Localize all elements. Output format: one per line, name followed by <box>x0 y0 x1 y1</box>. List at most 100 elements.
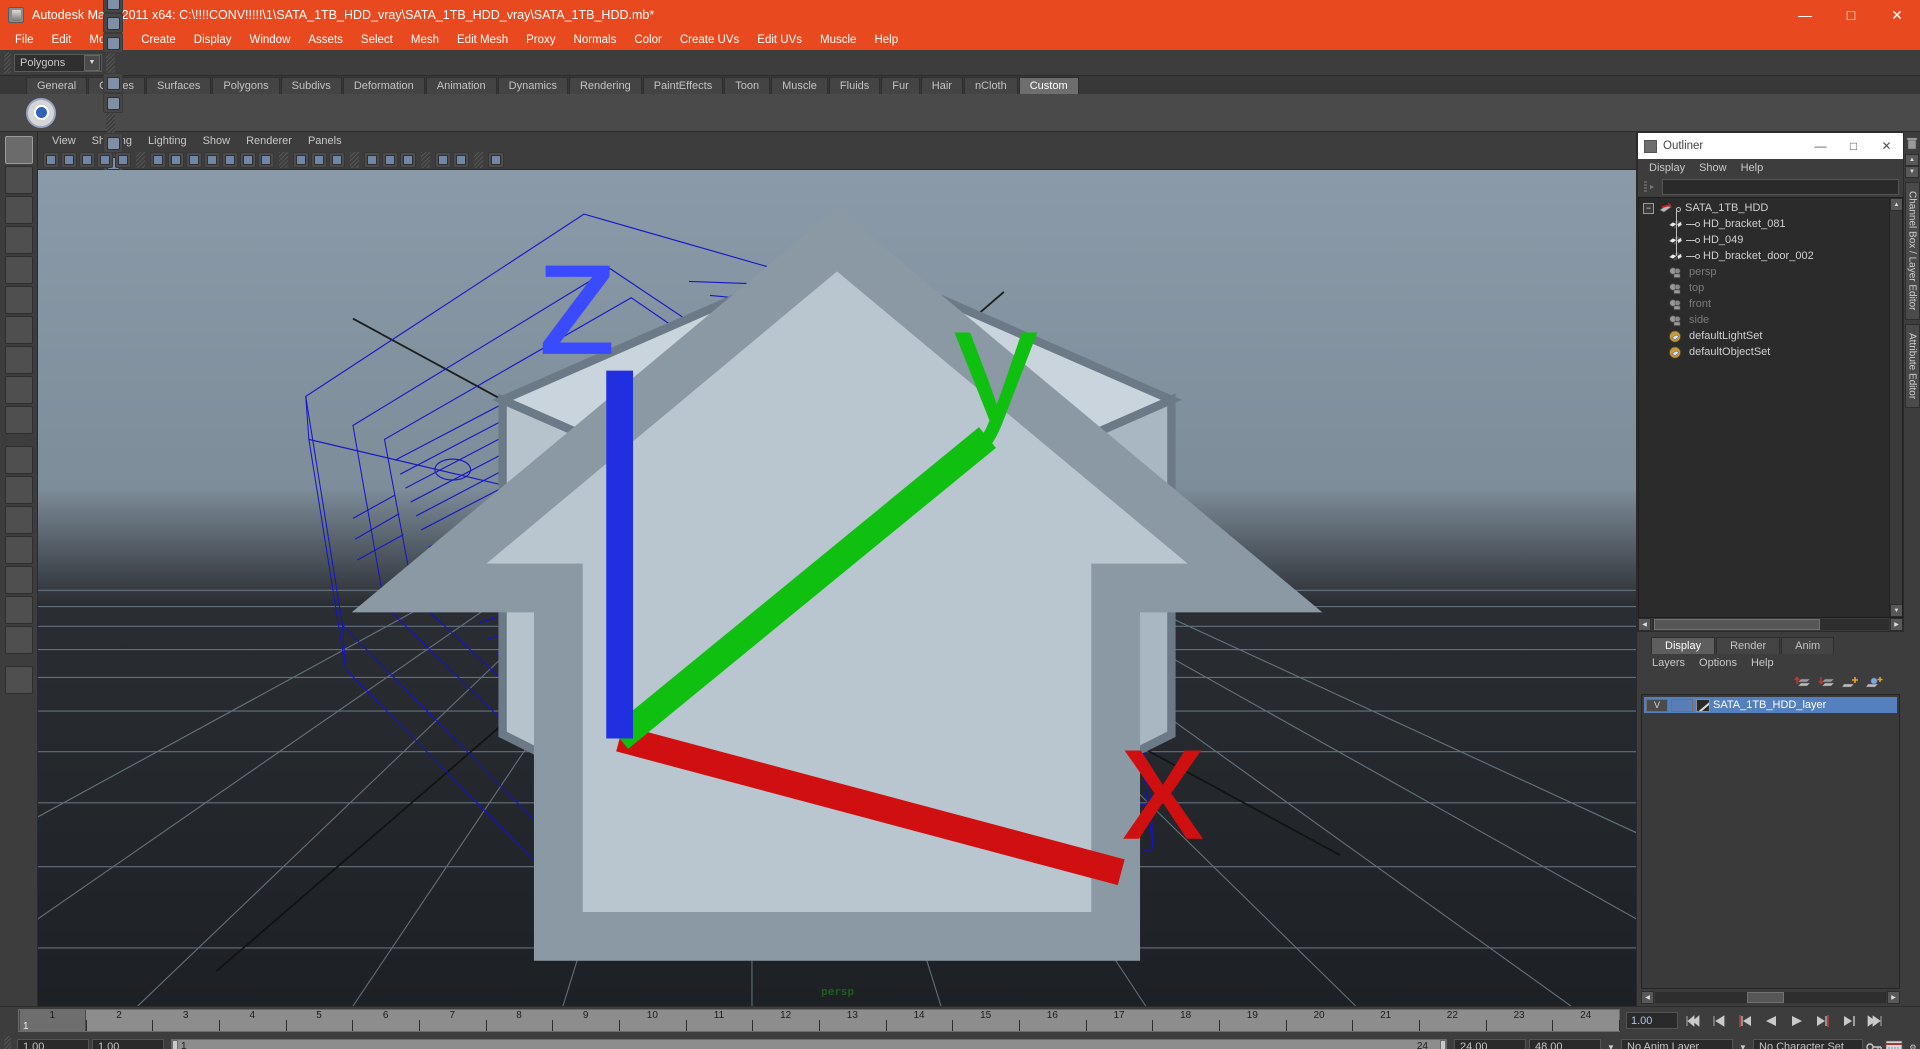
show-manipulator-tool-icon[interactable] <box>4 376 33 404</box>
rotate-tool-icon[interactable] <box>4 256 33 284</box>
scale-tool-icon[interactable] <box>4 286 33 314</box>
hscroll-thumb[interactable] <box>1654 619 1820 630</box>
layer-editor-tab-display[interactable]: Display <box>1651 637 1716 654</box>
outliner-expander[interactable]: − <box>1643 202 1654 214</box>
menu-file[interactable]: File <box>6 32 43 48</box>
animation-preferences-icon[interactable]: ⚙ <box>1906 1039 1920 1049</box>
lighting-icon[interactable] <box>186 151 202 168</box>
outliner-item-defaultobjectset[interactable]: defaultObjectSet <box>1639 344 1902 360</box>
outliner-persp-layout-icon[interactable] <box>4 506 33 534</box>
new-empty-layer-icon[interactable] <box>1842 675 1860 690</box>
anim-layer-field[interactable]: No Anim Layer <box>1621 1038 1733 1049</box>
outliner-item-side[interactable]: side <box>1639 312 1902 328</box>
component-misc-icon[interactable] <box>103 32 123 53</box>
outliner-item-hd-bracket-door-002[interactable]: HD_bracket_door_002 <box>1639 248 1902 264</box>
universal-manipulator-icon[interactable] <box>4 316 33 344</box>
toolbar-gripper[interactable] <box>4 51 11 74</box>
scroll-left-icon[interactable]: ◀ <box>1638 618 1651 631</box>
move-tool-icon[interactable] <box>4 226 33 254</box>
new-layer-from-selected-icon[interactable] <box>1866 675 1884 690</box>
current-frame-field[interactable]: 1.00 <box>1626 1012 1678 1029</box>
step-forward-frame-button[interactable] <box>1812 1012 1834 1030</box>
playback-end-time-field[interactable]: 24.00 <box>1454 1038 1526 1049</box>
outliner-item-top[interactable]: top <box>1639 280 1902 296</box>
outliner-vertical-scrollbar[interactable]: ▲ ▼ <box>1889 198 1902 617</box>
range-slider-bar[interactable]: 1 24 <box>171 1038 1447 1049</box>
anim-end-time-field[interactable]: 48.00 <box>1529 1038 1601 1049</box>
two-stacked-layout-icon[interactable] <box>4 626 33 654</box>
menu-select[interactable]: Select <box>352 32 402 48</box>
outliner-maximize-button[interactable]: □ <box>1837 133 1870 159</box>
component-pivot-icon[interactable] <box>103 12 123 33</box>
outliner-tree[interactable]: − SATA_1TB_HDD HD_bracket_081 HD_049 HD_brac… <box>1638 197 1903 618</box>
scroll-left-icon[interactable]: ◀ <box>1641 991 1654 1004</box>
anim-start-time-field[interactable]: 1.00 <box>17 1038 89 1049</box>
persp-render-layout-icon[interactable] <box>4 596 33 624</box>
perspective-viewport[interactable]: TOP FRONT RIGHT x y z persp <box>38 170 1636 1006</box>
menu-edit[interactable]: Edit <box>43 32 81 48</box>
exposure-icon[interactable] <box>382 151 398 168</box>
menu-color[interactable]: Color <box>625 32 670 48</box>
snapshot-icon[interactable] <box>453 151 469 168</box>
menu-mesh[interactable]: Mesh <box>402 32 448 48</box>
scroll-down-icon[interactable]: ▼ <box>1890 604 1902 617</box>
filter-icon[interactable] <box>1642 180 1658 194</box>
range-end-handle[interactable] <box>1440 1039 1446 1049</box>
shelf-tab-fluids[interactable]: Fluids <box>828 77 881 94</box>
shelf-tab-hair[interactable]: Hair <box>920 77 963 94</box>
shelf-tab-general[interactable]: General <box>26 77 88 94</box>
outliner-item-sata-1tb-hdd[interactable]: − SATA_1TB_HDD <box>1639 200 1902 216</box>
layer-row[interactable]: V SATA_1TB_HDD_layer <box>1644 697 1897 713</box>
layer-editor-horizontal-scrollbar[interactable]: ◀ ▶ <box>1641 991 1900 1004</box>
soft-modification-tool-icon[interactable] <box>4 346 33 374</box>
isolate-select-icon[interactable] <box>364 151 380 168</box>
render-region-icon[interactable] <box>435 151 451 168</box>
playback-start-time-field[interactable]: 1.00 <box>92 1038 164 1049</box>
shelf-tab-rendering[interactable]: Rendering <box>568 77 642 94</box>
textured-icon[interactable] <box>258 151 274 168</box>
select-highlight-icon[interactable] <box>103 72 123 93</box>
play-backwards-button[interactable] <box>1760 1012 1782 1030</box>
shelf-tab-custom[interactable]: Custom <box>1018 77 1079 94</box>
xray-icon[interactable] <box>293 151 309 168</box>
outliner-horizontal-scrollbar[interactable]: ◀ ▶ <box>1638 618 1903 631</box>
hypershade-persp-layout-icon[interactable] <box>4 566 33 594</box>
menu-edit-uvs[interactable]: Edit UVs <box>748 32 811 48</box>
shelf-tab-subdivs[interactable]: Subdivs <box>280 77 342 94</box>
range-slider-gripper[interactable] <box>4 1036 11 1049</box>
grid-toggle-icon[interactable] <box>115 151 131 168</box>
layer-playback-toggle[interactable] <box>1671 698 1693 712</box>
last-tool-icon[interactable] <box>4 406 33 434</box>
select-lock-icon[interactable] <box>103 92 123 113</box>
scroll-right-icon[interactable]: ▶ <box>1887 991 1900 1004</box>
menu-set-selector[interactable]: Polygons ▼ <box>14 53 102 72</box>
image-plane-icon[interactable] <box>79 151 95 168</box>
step-back-key-button[interactable] <box>1708 1012 1730 1030</box>
tab-attribute-editor[interactable]: Attribute Editor <box>1904 323 1920 408</box>
scroll-right-icon[interactable]: ▶ <box>1890 618 1903 631</box>
viewport-menu-renderer[interactable]: Renderer <box>238 134 300 148</box>
tab-channel-box-layer-editor[interactable]: Channel Box / Layer Editor <box>1904 182 1920 320</box>
shelf-tab-polygons[interactable]: Polygons <box>212 77 280 94</box>
xray-joints-icon[interactable] <box>311 151 327 168</box>
two-d-pan-zoom-icon[interactable] <box>97 151 113 168</box>
menu-assets[interactable]: Assets <box>299 32 352 48</box>
menu-edit-mesh[interactable]: Edit Mesh <box>448 32 517 48</box>
move-layer-down-icon[interactable] <box>1818 675 1836 690</box>
layer-editor-tab-render[interactable]: Render <box>1716 637 1781 654</box>
camera-attributes-icon[interactable] <box>61 151 77 168</box>
outliner-menu-show[interactable]: Show <box>1692 161 1734 175</box>
go-to-end-button[interactable] <box>1864 1012 1886 1030</box>
paint-select-tool-icon[interactable] <box>4 196 33 224</box>
auto-keyframe-icon[interactable] <box>1885 1040 1903 1049</box>
shelf-tab-toon[interactable]: Toon <box>724 77 771 94</box>
viewport-menu-view[interactable]: View <box>44 134 84 148</box>
play-forwards-button[interactable] <box>1786 1012 1808 1030</box>
menu-display[interactable]: Display <box>185 32 241 48</box>
outliner-item-defaultlightset[interactable]: defaultLightSet <box>1639 328 1902 344</box>
film-gate-icon[interactable] <box>150 151 166 168</box>
snap-grid-icon[interactable] <box>103 132 123 153</box>
hud-icon[interactable] <box>488 151 504 168</box>
chevron-down-icon[interactable]: ▼ <box>84 54 100 71</box>
shadows-icon[interactable] <box>204 151 220 168</box>
